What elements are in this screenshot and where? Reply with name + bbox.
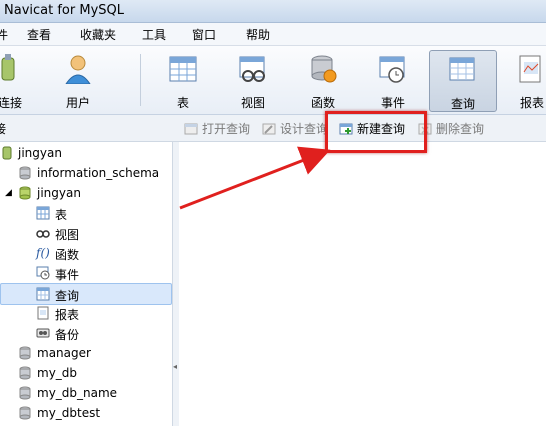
annotation-arrow — [179, 146, 331, 210]
